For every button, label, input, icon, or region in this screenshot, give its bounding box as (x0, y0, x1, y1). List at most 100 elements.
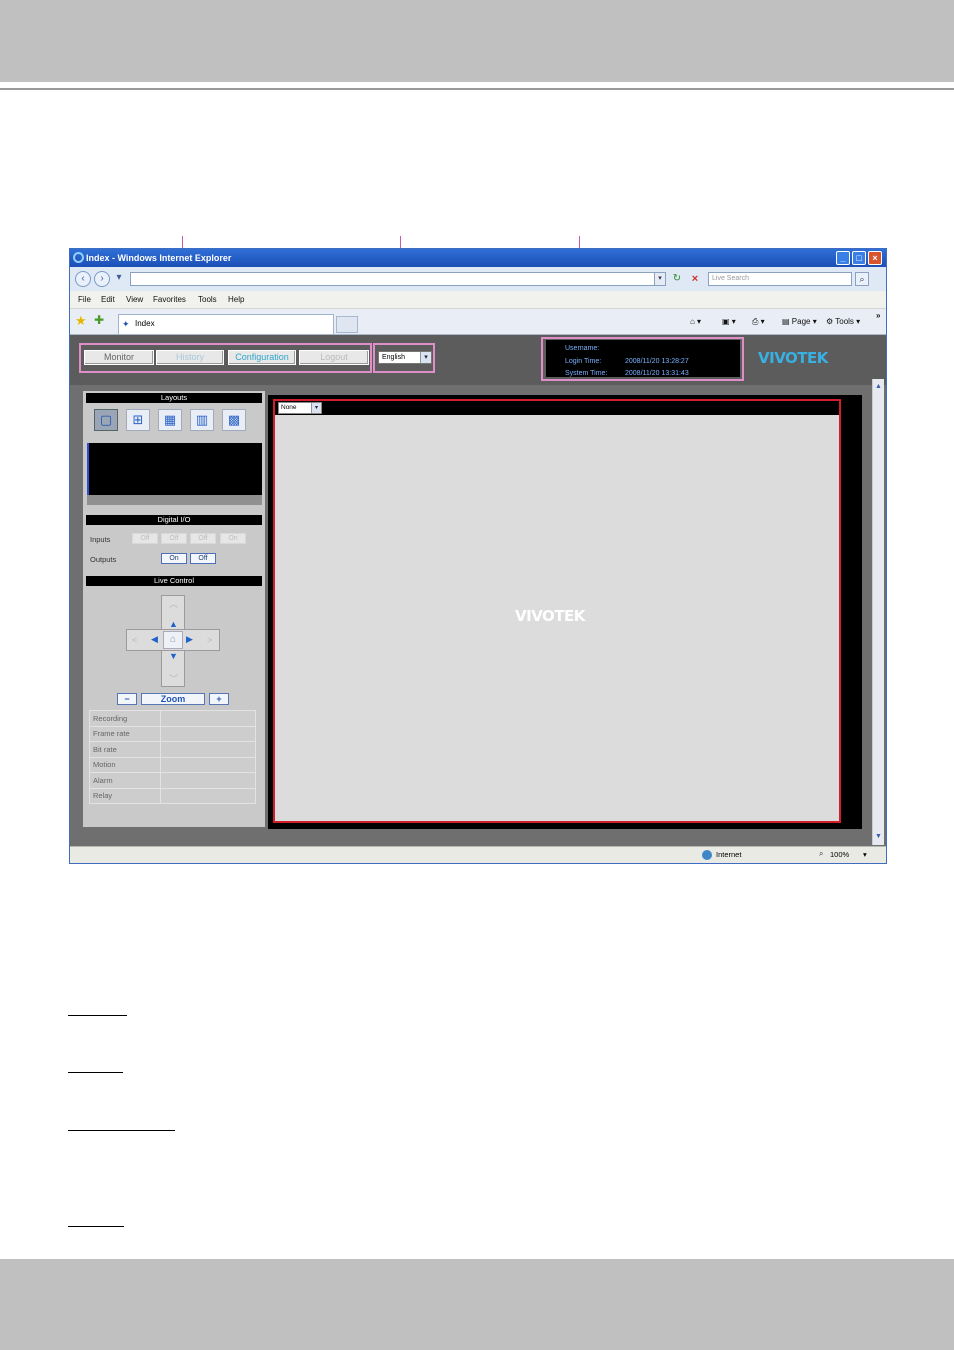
tilt-up-icon[interactable]: ︿ (169, 599, 178, 609)
scroll-up-icon[interactable]: ▲ (873, 381, 884, 392)
add-favorite-icon[interactable]: ✚ (94, 314, 104, 327)
home-position-icon[interactable]: ⌂ (163, 631, 183, 649)
menu-edit[interactable]: Edit (101, 295, 115, 304)
tools-menu-button[interactable]: ⚙ Tools ▾ (826, 317, 860, 326)
output-on-button[interactable]: On (161, 553, 187, 564)
status-label: Frame rate (89, 725, 161, 742)
new-tab-button[interactable] (336, 316, 358, 333)
page-menu-button[interactable]: ▤ Page ▾ (782, 317, 817, 326)
language-highlight (373, 343, 435, 373)
left-panel: Layouts ▢ ⊞ ▦ ▥ ▩ Digital I/O Inputs Off… (83, 391, 265, 827)
chevron-down-icon: ▾ (311, 403, 321, 413)
browser-title: Index - Windows Internet Explorer (86, 253, 232, 263)
layout-thirteen-icon[interactable]: ▩ (222, 409, 246, 431)
footnote-underline-4 (68, 1226, 124, 1227)
tilt-down-icon[interactable]: ﹀ (169, 674, 178, 684)
table-row: Alarm (89, 772, 256, 789)
layout-six-icon[interactable]: ▥ (190, 409, 214, 431)
close-icon[interactable]: × (868, 251, 882, 265)
zoom-dropdown-icon[interactable]: ▾ (863, 850, 867, 859)
zone-label: Internet (716, 850, 742, 859)
zoom-icon[interactable]: ⌕ (819, 849, 823, 859)
pan-left-icon[interactable]: < (132, 635, 137, 645)
tab-label: Index (135, 319, 155, 328)
compass-left-icon: ◀ (151, 634, 158, 644)
status-label: Relay (89, 787, 161, 804)
status-value (160, 772, 256, 789)
home-icon[interactable]: ⌂ ▾ (690, 317, 701, 326)
back-icon[interactable]: ‹ (75, 271, 91, 287)
stop-icon[interactable]: × (688, 272, 702, 286)
footnote-underline-1 (68, 1015, 127, 1016)
zoom-out-button[interactable]: − (117, 693, 137, 705)
refresh-icon[interactable]: ↻ (670, 272, 684, 286)
tab-bar: ★ ✚ ✦ Index ⌂ ▾ ▣ ▾ ⎙ ▾ ▤ Page ▾ ⚙ Tools… (70, 309, 886, 335)
zoom-level[interactable]: 100% (830, 850, 849, 859)
table-row: Recording (89, 710, 256, 727)
browser-window: Index - Windows Internet Explorer _ □ × … (69, 248, 887, 864)
footnote-underline-2 (68, 1072, 123, 1073)
layout-quad-icon[interactable]: ⊞ (126, 409, 150, 431)
output-off-button[interactable]: Off (190, 553, 216, 564)
table-row: Motion (89, 756, 256, 773)
favorites-star-icon[interactable]: ★ (75, 314, 87, 327)
history-dropdown-icon[interactable]: ▾ (114, 271, 124, 287)
layout-single-icon[interactable]: ▢ (94, 409, 118, 431)
status-table: Recording Frame rate Bit rate Motion Ala… (89, 710, 256, 804)
vivotek-logo: VIVOTEK (758, 349, 828, 367)
status-value (160, 725, 256, 742)
status-label: Recording (89, 710, 161, 727)
zoom-label: Zoom (141, 693, 205, 705)
zoom-in-button[interactable]: + (209, 693, 229, 705)
pan-right-icon[interactable]: > (207, 635, 212, 645)
feeds-icon[interactable]: ▣ ▾ (722, 317, 736, 326)
more-commands-icon[interactable]: » (876, 311, 880, 320)
status-bar: Internet ⌕ 100% ▾ (70, 846, 886, 863)
input-3-indicator: Off (190, 533, 216, 544)
address-input[interactable] (130, 272, 666, 286)
outputs-label: Outputs (90, 555, 117, 564)
search-input[interactable]: Live Search (708, 272, 852, 286)
layout-preview-scrollbar[interactable] (87, 495, 262, 505)
video-viewport[interactable]: None ▾ VIVOTEK (273, 399, 841, 823)
table-row: Frame rate (89, 725, 256, 742)
maximize-icon[interactable]: □ (852, 251, 866, 265)
nav-buttons-highlight (79, 343, 372, 373)
vivotek-watermark: VIVOTEK (515, 607, 585, 625)
layout-preview (87, 443, 262, 495)
status-value (160, 741, 256, 758)
compass-right-icon: ▶ (186, 634, 193, 644)
menu-file[interactable]: File (78, 295, 91, 304)
menu-favorites[interactable]: Favorites (153, 295, 186, 304)
forward-icon[interactable]: › (94, 271, 110, 287)
minimize-icon[interactable]: _ (836, 251, 850, 265)
tab-index[interactable]: ✦ Index (118, 314, 334, 334)
ie-logo-icon (73, 252, 84, 263)
status-value (160, 787, 256, 804)
print-icon[interactable]: ⎙ ▾ (752, 317, 765, 327)
page-menu-label: Page (791, 317, 811, 326)
address-dropdown-icon[interactable]: ▾ (654, 272, 666, 286)
session-info-highlight (541, 337, 744, 381)
status-label: Bit rate (89, 741, 161, 758)
video-source-select[interactable]: None ▾ (278, 402, 322, 414)
layout-nine-icon[interactable]: ▦ (158, 409, 182, 431)
video-source-value: None (281, 404, 297, 411)
menu-tools[interactable]: Tools (198, 295, 217, 304)
menu-bar: File Edit View Favorites Tools Help (70, 291, 886, 309)
browser-title-bar: Index - Windows Internet Explorer _ □ × (70, 249, 886, 267)
compass-down-icon: ▼ (169, 651, 178, 661)
menu-help[interactable]: Help (228, 295, 244, 304)
footnote-underline-3 (68, 1130, 175, 1131)
input-2-indicator: Off (161, 533, 187, 544)
search-icon[interactable]: ⌕ (855, 272, 869, 286)
layouts-heading: Layouts (86, 393, 262, 403)
page-scrollbar[interactable]: ▲ ▼ (872, 379, 884, 845)
page-footer-band (0, 1259, 954, 1350)
camera-icon: ✦ (122, 319, 130, 329)
header-rule (0, 88, 954, 90)
status-label: Alarm (89, 772, 161, 789)
scroll-down-icon[interactable]: ▼ (873, 831, 884, 842)
menu-view[interactable]: View (126, 295, 143, 304)
inputs-label: Inputs (90, 535, 111, 544)
